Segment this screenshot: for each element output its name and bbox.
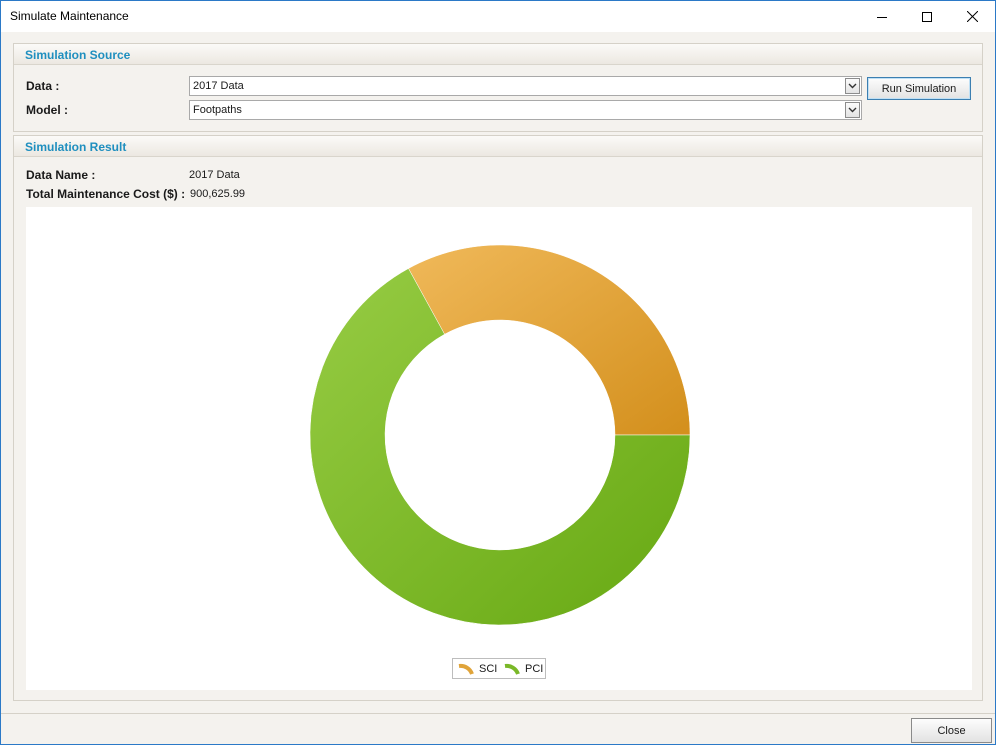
legend-item-sci[interactable]: SCI <box>457 662 497 676</box>
legend-item-pci[interactable]: PCI <box>503 662 543 676</box>
simulation-source-title: Simulation Source <box>25 48 131 62</box>
data-name-label: Data Name : <box>26 168 96 182</box>
chart-legend: SCI PCI <box>452 658 546 679</box>
minimize-button[interactable] <box>859 1 905 32</box>
data-label: Data : <box>26 79 60 93</box>
data-select-dropdown[interactable] <box>845 78 860 94</box>
model-label: Model : <box>26 103 68 117</box>
minimize-icon <box>877 16 887 18</box>
simulation-result-header: Simulation Result <box>14 136 982 157</box>
total-cost-label: Total Maintenance Cost ($) : <box>26 187 186 201</box>
simulation-source-group: Simulation Source Data : 2017 Data Model… <box>13 43 983 132</box>
title-bar[interactable]: Simulate Maintenance <box>1 1 995 32</box>
donut-slice-sci[interactable] <box>408 244 691 436</box>
data-select[interactable]: 2017 Data <box>189 76 862 96</box>
donut-chart-area <box>26 207 972 690</box>
window-title: Simulate Maintenance <box>10 9 129 23</box>
footer-separator <box>1 713 995 714</box>
close-button[interactable]: Close <box>911 718 992 743</box>
close-window-button[interactable] <box>949 1 995 32</box>
chevron-down-icon <box>848 83 857 89</box>
total-cost-value: 900,625.99 <box>190 188 246 200</box>
model-select[interactable]: Footpaths <box>189 100 862 120</box>
legend-label-sci: SCI <box>479 663 498 675</box>
chevron-down-icon <box>848 107 857 113</box>
legend-swatch-pci <box>504 663 520 675</box>
simulate-maintenance-window: Simulate Maintenance Simulation Source D… <box>0 0 996 745</box>
simulation-result-title: Simulation Result <box>25 140 127 154</box>
close-icon <box>966 11 978 22</box>
legend-swatch-sci <box>458 663 474 675</box>
data-name-value: 2017 Data <box>189 169 240 181</box>
legend-label-pci: PCI <box>525 663 544 675</box>
model-select-value: Footpaths <box>193 104 242 116</box>
model-select-dropdown[interactable] <box>845 102 860 118</box>
run-simulation-button[interactable]: Run Simulation <box>867 77 971 100</box>
maximize-icon <box>922 11 932 22</box>
simulation-source-header: Simulation Source <box>14 44 982 65</box>
data-select-value: 2017 Data <box>193 80 244 92</box>
maximize-button[interactable] <box>904 1 950 32</box>
donut-chart <box>309 244 691 626</box>
